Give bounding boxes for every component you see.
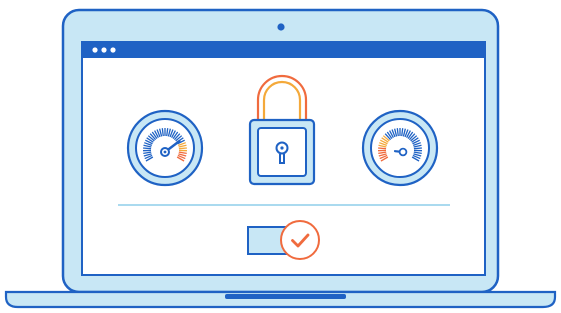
three-dots-icon <box>92 47 116 53</box>
laptop-illustration <box>4 8 557 309</box>
laptop-trackpad-notch <box>225 294 346 299</box>
window-titlebar <box>82 42 485 58</box>
checkmark-badge <box>280 220 320 260</box>
gauge-tick <box>178 147 187 150</box>
speedometer-icon <box>361 109 439 187</box>
webcam-dot <box>277 23 285 31</box>
gauge-tick <box>378 147 387 150</box>
gauge-hub <box>398 147 408 157</box>
toggle-switch-icon <box>247 220 320 260</box>
gauge-tick <box>413 147 422 150</box>
gauge-tick <box>143 147 152 150</box>
speedometer-icon <box>126 109 204 187</box>
